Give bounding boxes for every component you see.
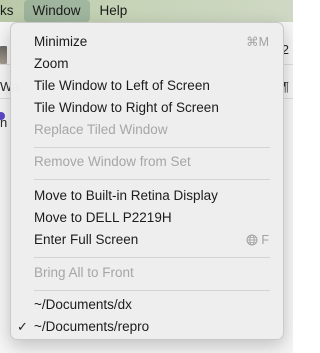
menu-item-label: Bring All to Front xyxy=(34,265,134,280)
menu-item-window-dx[interactable]: ~/Documents/dx xyxy=(11,294,283,316)
menu-item-minimize[interactable]: Minimize ⌘M xyxy=(11,31,283,53)
menu-item-tile-right[interactable]: Tile Window to Right of Screen xyxy=(11,97,283,119)
menu-item-label: Move to DELL P2219H xyxy=(34,210,172,225)
menu-item-remove-from-set: Remove Window from Set xyxy=(11,151,283,173)
screen: ks Window Help Wa n 2 ¶ Minimize ⌘M Zoom… xyxy=(0,0,293,353)
menu-separator xyxy=(34,257,270,258)
menu-separator xyxy=(34,179,270,180)
menu-item-label: ~/Documents/repro xyxy=(34,319,150,334)
menu-item-zoom[interactable]: Zoom xyxy=(11,53,283,75)
shortcut-text: F xyxy=(246,229,269,251)
menu-item-label: Tile Window to Right of Screen xyxy=(34,100,219,115)
menubar-item-help[interactable]: Help xyxy=(91,0,137,22)
menu-item-label: Enter Full Screen xyxy=(34,232,139,247)
menu-item-bring-all-to-front: Bring All to Front xyxy=(11,262,283,284)
menu-item-label: Tile Window to Left of Screen xyxy=(34,78,210,93)
menu-item-label: Replace Tiled Window xyxy=(34,122,168,137)
menu-item-label: ~/Documents/dx xyxy=(34,297,132,312)
menu-item-enter-full-screen[interactable]: Enter Full Screen F xyxy=(11,229,283,251)
shortcut-key: F xyxy=(261,233,269,247)
menubar-item-window[interactable]: Window xyxy=(23,0,90,22)
menu-item-label: Zoom xyxy=(34,56,69,71)
menu-separator xyxy=(34,290,270,291)
menu-item-replace-tiled: Replace Tiled Window xyxy=(11,119,283,141)
checkmark-icon: ✓ xyxy=(17,319,28,334)
menu-bar: ks Window Help xyxy=(0,0,293,22)
menu-item-move-dell[interactable]: Move to DELL P2219H xyxy=(11,207,283,229)
background-thumbnail xyxy=(0,46,7,64)
menu-item-label: Remove Window from Set xyxy=(34,154,191,169)
menu-separator xyxy=(34,147,270,148)
window-menu: Minimize ⌘M Zoom Tile Window to Left of … xyxy=(10,22,284,340)
menu-item-move-builtin-display[interactable]: Move to Built-in Retina Display xyxy=(11,185,283,207)
shortcut-text: ⌘M xyxy=(246,35,269,49)
menu-item-tile-left[interactable]: Tile Window to Left of Screen xyxy=(11,75,283,97)
menubar-item-tasks[interactable]: ks xyxy=(0,0,23,22)
menu-item-label: Move to Built-in Retina Display xyxy=(34,188,218,203)
globe-icon xyxy=(246,234,258,246)
menu-item-label: Minimize xyxy=(34,34,88,49)
menu-item-window-repro[interactable]: ✓ ~/Documents/repro xyxy=(11,316,283,338)
